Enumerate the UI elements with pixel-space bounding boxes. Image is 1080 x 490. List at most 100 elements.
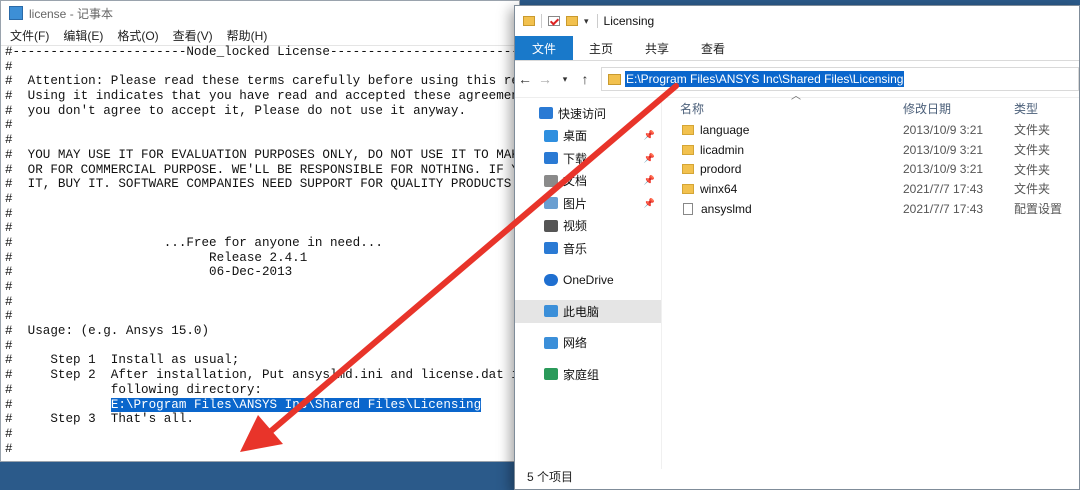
text-line: #: [5, 441, 13, 455]
folder-icon: [608, 73, 621, 85]
file-row[interactable]: winx64 2021/7/7 17:43 文件夹: [661, 179, 1079, 199]
text-line: # YOU MAY USE IT FOR EVALUATION PURPOSES…: [5, 147, 519, 162]
text-line: # OR FOR COMMERCIAL PURPOSE. WE'LL BE RE…: [5, 162, 519, 177]
menu-file[interactable]: 文件(F): [3, 27, 56, 44]
menu-view[interactable]: 查看(V): [166, 27, 220, 44]
nav-item[interactable]: OneDrive: [515, 269, 661, 292]
nav-item[interactable]: 文档 📌: [515, 170, 661, 193]
nav-item[interactable]: 快速访问: [515, 102, 661, 125]
toolbar-separator: [541, 14, 542, 28]
text-line: # Release 2.4.1: [5, 250, 308, 265]
status-bar-count: 5 个项目: [527, 470, 574, 484]
text-line: # Step 1 Install as usual;: [5, 353, 240, 368]
notepad-text-area[interactable]: #-----------------------Node_locked Lice…: [5, 45, 519, 455]
menu-format[interactable]: 格式(O): [110, 27, 165, 44]
nav-item-label: 桌面: [563, 129, 588, 144]
address-bar[interactable]: E:\Program Files\ANSYS Inc\Shared Files\…: [601, 67, 1079, 91]
explorer-body: 快速访问 桌面 📌 下载 📌 文档 📌 图片 📌 视频 音乐 OneDrive 此电脑 网络 家庭组 ︿ 名…: [515, 91, 1079, 469]
customize-quick-access-icon[interactable]: ▾: [584, 16, 589, 27]
pin-icon: 📌: [643, 175, 655, 186]
text-line: #: [5, 118, 13, 133]
notepad-title: license - 记事本: [29, 6, 114, 21]
text-line: # you don't agree to accept it, Please d…: [5, 103, 467, 118]
nav-item-label: 快速访问: [558, 106, 607, 121]
nav-item-label: 网络: [563, 336, 588, 351]
file-type: 配置设置: [1014, 202, 1063, 217]
toolbar-separator: [596, 14, 598, 28]
cloud-icon: [544, 273, 558, 286]
star-icon: [539, 107, 553, 120]
pin-icon: 📌: [643, 197, 655, 208]
column-name[interactable]: 名称: [661, 100, 903, 117]
tab-home[interactable]: 主页: [573, 36, 629, 60]
file-row[interactable]: language 2013/10/9 3:21 文件夹: [661, 120, 1079, 140]
file-name: language: [700, 122, 750, 137]
text-line: #: [5, 426, 13, 441]
nav-item[interactable]: 家庭组: [515, 363, 661, 386]
nav-item-label: 视频: [563, 219, 588, 234]
nav-item-label: 此电脑: [563, 304, 600, 319]
nav-item[interactable]: 图片 📌: [515, 192, 661, 215]
nav-item[interactable]: 桌面 📌: [515, 125, 661, 148]
computer-icon: [544, 305, 558, 318]
column-date[interactable]: 修改日期: [903, 100, 1014, 117]
menu-help[interactable]: 帮助(H): [220, 27, 275, 44]
explorer-window: ▾ Licensing 文件 主页 共享 查看 ← → ▾ ↑ E:\Progr…: [514, 5, 1080, 490]
ribbon-tabs: 文件 主页 共享 查看: [515, 36, 1079, 61]
picture-icon: [544, 197, 558, 210]
up-icon[interactable]: ↑: [575, 71, 595, 87]
navigation-pane: 快速访问 桌面 📌 下载 📌 文档 📌 图片 📌 视频 音乐 OneDrive 此电脑 网络 家庭组: [515, 96, 662, 469]
text-line: #-----------------------Node_locked Lice…: [5, 45, 519, 59]
file-name-cell: licadmin: [661, 143, 903, 157]
column-type[interactable]: 类型: [1014, 100, 1038, 117]
address-path[interactable]: E:\Program Files\ANSYS Inc\Shared Files\…: [625, 71, 905, 87]
pin-icon: 📌: [643, 130, 655, 141]
text-line: #: [5, 280, 13, 294]
back-icon[interactable]: ←: [515, 71, 535, 87]
file-row[interactable]: ansyslmd 2021/7/7 17:43 配置设置: [661, 199, 1079, 219]
nav-item[interactable]: 视频: [515, 215, 661, 238]
menu-edit[interactable]: 编辑(E): [56, 27, 110, 44]
text-line: # Step 2 After installation, Put ansyslm…: [5, 368, 519, 383]
file-row[interactable]: prodord 2013/10/9 3:21 文件夹: [661, 159, 1079, 179]
text-line: #: [5, 59, 13, 74]
tab-file[interactable]: 文件: [515, 36, 574, 60]
file-name-cell: language: [661, 123, 903, 137]
selected-path-text[interactable]: E:\Program Files\ANSYS Inc\Shared Files\…: [110, 397, 482, 412]
nav-item[interactable]: 下载 📌: [515, 147, 661, 170]
tab-view[interactable]: 查看: [685, 36, 741, 60]
explorer-title: Licensing: [603, 14, 655, 28]
nav-item[interactable]: 音乐: [515, 237, 661, 260]
forward-icon[interactable]: →: [535, 71, 555, 87]
video-icon: [544, 219, 558, 232]
file-row[interactable]: licadmin 2013/10/9 3:21 文件夹: [661, 140, 1079, 160]
file-name: winx64: [700, 181, 738, 196]
notepad-window: license - 记事本 文件(F) 编辑(E) 格式(O) 查看(V) 帮助…: [0, 0, 520, 462]
file-name-cell: winx64: [661, 182, 903, 196]
text-line: #: [5, 206, 13, 221]
new-folder-icon[interactable]: [566, 16, 578, 26]
text-line: #: [5, 309, 13, 324]
properties-icon[interactable]: [548, 16, 560, 26]
nav-item[interactable]: 此电脑: [515, 300, 661, 323]
text-line: # ...Free for anyone in need...: [5, 235, 383, 250]
text-line: #: [5, 191, 13, 206]
desktop-icon: [544, 129, 558, 142]
network-icon: [544, 336, 558, 349]
text-line: # Usage: (e.g. Ansys 15.0): [5, 324, 210, 339]
file-date: 2021/7/7 17:43: [903, 181, 984, 196]
file-date: 2021/7/7 17:43: [903, 201, 984, 216]
recent-locations-icon[interactable]: ▾: [555, 74, 575, 85]
tab-share[interactable]: 共享: [629, 36, 685, 60]
text-line: # Using it indicates that you have read …: [5, 89, 519, 104]
pin-icon: 📌: [643, 152, 655, 163]
folder-icon[interactable]: [523, 16, 535, 26]
notepad-app-icon: [9, 6, 23, 20]
nav-item[interactable]: 网络: [515, 332, 661, 355]
file-name-cell: prodord: [661, 162, 903, 176]
text-line: # IT, BUY IT. SOFTWARE COMPANIES NEED SU…: [5, 177, 519, 192]
